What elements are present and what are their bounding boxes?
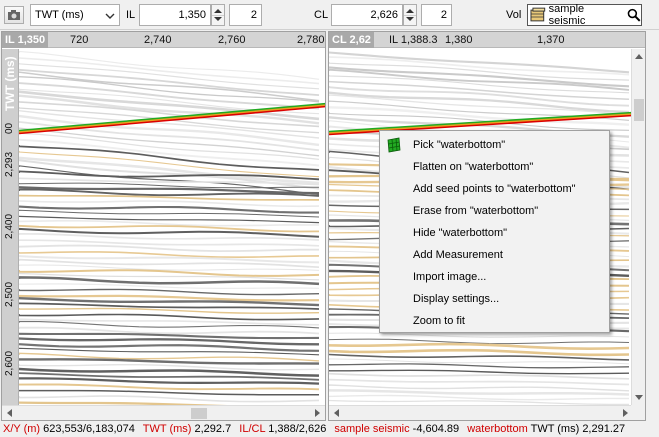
inline-section-tag: IL 1,350 — [2, 32, 49, 48]
seismic-viewer-window: TWT (ms) IL 1,350 2 CL 2,626 2 Vol sampl… — [0, 0, 659, 437]
menu-item-label: Import image... — [413, 271, 487, 283]
twt-tick: 2,500 — [4, 281, 15, 307]
volume-label: Vol — [506, 9, 522, 21]
scroll-corner — [631, 405, 645, 420]
twt-tick: 2,400 — [4, 213, 15, 239]
domain-select-value: TWT (ms) — [35, 9, 84, 21]
menu-item-display-settings[interactable]: Display settings... — [380, 288, 609, 310]
snapshot-button[interactable] — [4, 6, 24, 24]
menu-item-flatten[interactable]: Flatten on "waterbottom" — [380, 156, 609, 178]
inline-tick: 720 — [70, 34, 89, 46]
context-menu: Pick "waterbottom" Flatten on "waterbott… — [379, 130, 610, 333]
scroll-down-icon[interactable] — [635, 395, 643, 400]
scroll-left-icon[interactable] — [7, 409, 12, 417]
scroll-thumb[interactable] — [191, 408, 207, 419]
menu-item-label: Add Measurement — [413, 249, 503, 261]
scroll-right-icon[interactable] — [315, 409, 320, 417]
twt-tick: 2,293 — [4, 151, 15, 177]
crossline-vertical-scrollbar[interactable] — [631, 49, 645, 405]
volume-name: sample seismic — [548, 3, 586, 27]
chevron-down-icon — [105, 13, 115, 19]
menu-item-label: Zoom to fit — [413, 315, 465, 327]
twt-axis-title: TWT (ms) — [3, 56, 17, 111]
inline-tick: 2,740 — [144, 34, 172, 46]
inline-seismic-image[interactable] — [19, 49, 325, 405]
inline-label: IL — [126, 9, 136, 21]
twt-axis: TWT (ms) 00 2,293 2,400 2,500 2,600 00 — [2, 49, 19, 419]
twt-tick: 2,600 — [4, 350, 15, 376]
menu-item-import-image[interactable]: Import image... — [380, 266, 609, 288]
crossline-header-ruler: IL 1,388.3 1,380 1,370 CL 2,62 — [329, 32, 645, 48]
crossline-horizontal-scrollbar[interactable] — [329, 405, 633, 420]
status-seismic-value: -4,604.89 — [412, 423, 460, 435]
inline-horizontal-scrollbar[interactable] — [2, 405, 325, 420]
menu-item-pick[interactable]: Pick "waterbottom" — [380, 134, 609, 156]
crossline-number-input[interactable]: 2,626 — [331, 4, 403, 26]
crossline-section-tag: CL 2,62 — [329, 32, 374, 48]
status-twt-value: 2,292.7 — [194, 423, 232, 435]
menu-item-add-measurement[interactable]: Add Measurement — [380, 244, 609, 266]
menu-item-label: Display settings... — [413, 293, 500, 305]
menu-item-label: Add seed points to "waterbottom" — [413, 183, 576, 195]
menu-item-label: Flatten on "waterbottom" — [413, 161, 534, 173]
crossline-step-input[interactable]: 2 — [421, 4, 452, 26]
crossline-spinner[interactable] — [403, 4, 417, 26]
menu-item-zoom-to-fit[interactable]: Zoom to fit — [380, 310, 609, 332]
scroll-thumb[interactable] — [634, 99, 644, 121]
status-ilcl-value: 1,388/2,626 — [268, 423, 327, 435]
menu-item-hide[interactable]: Hide "waterbottom" — [380, 222, 609, 244]
domain-select[interactable]: TWT (ms) — [30, 4, 120, 26]
menu-item-add-seed-points[interactable]: Add seed points to "waterbottom" — [380, 178, 609, 200]
crossline-label: CL — [314, 9, 329, 21]
scroll-right-icon[interactable] — [623, 409, 628, 417]
inline-number-input[interactable]: 1,350 — [139, 4, 211, 26]
volume-select-button[interactable]: sample seismic — [527, 3, 642, 27]
status-xy-value: 623,553/6,183,074 — [43, 423, 135, 435]
search-icon — [627, 8, 641, 22]
inline-seismic-svg — [19, 49, 325, 405]
menu-item-erase[interactable]: Erase from "waterbottom" — [380, 200, 609, 222]
volume-icon — [530, 7, 546, 22]
inline-tick: 2,760 — [218, 34, 246, 46]
scroll-left-icon[interactable] — [334, 409, 339, 417]
inline-section-panel[interactable]: 720 2,740 2,760 2,780 IL 1,350 TWT (ms) … — [1, 31, 326, 421]
status-horizon-value: TWT (ms) 2,291.27 — [530, 423, 626, 435]
twt-tick: 00 — [4, 122, 15, 134]
scroll-up-icon[interactable] — [635, 54, 643, 59]
status-bar: X/Y (m) 623,553/6,183,074 TWT (ms) 2,292… — [0, 421, 659, 437]
inline-step-input[interactable]: 2 — [229, 4, 262, 26]
pick-grid-icon — [387, 137, 401, 153]
status-twt-key: TWT (ms) — [142, 423, 192, 435]
status-horizon-key: waterbottom — [467, 423, 528, 435]
toolbar: TWT (ms) IL 1,350 2 CL 2,626 2 Vol sampl… — [0, 0, 659, 30]
status-ilcl-key: IL/CL — [239, 423, 266, 435]
status-xy-key: X/Y (m) — [3, 423, 41, 435]
camera-icon — [8, 10, 20, 20]
menu-item-label: Hide "waterbottom" — [413, 227, 508, 239]
menu-item-label: Erase from "waterbottom" — [413, 205, 539, 217]
crossline-tick: 1,380 — [445, 34, 473, 46]
inline-header-ruler: 720 2,740 2,760 2,780 IL 1,350 — [2, 32, 325, 48]
crossline-tick: 1,370 — [537, 34, 565, 46]
crossline-tick: IL 1,388.3 — [389, 34, 438, 46]
menu-item-label: Pick "waterbottom" — [413, 139, 506, 151]
inline-tick: 2,780 — [297, 34, 325, 46]
inline-spinner[interactable] — [211, 4, 225, 26]
status-seismic-key: sample seismic — [334, 423, 410, 435]
